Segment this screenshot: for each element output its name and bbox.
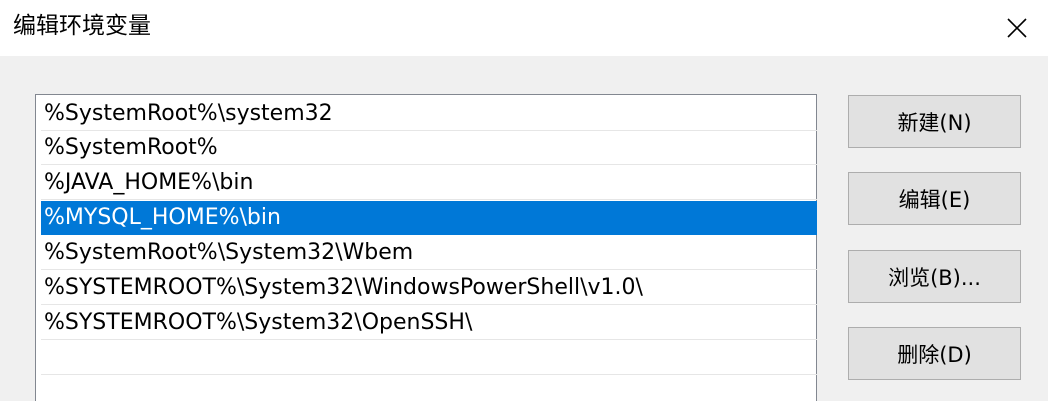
path-listbox[interactable]: %SystemRoot%\system32 %SystemRoot% %JAVA… — [35, 94, 817, 401]
new-button[interactable]: 新建(N) — [848, 95, 1021, 148]
browse-button[interactable]: 浏览(B)... — [848, 250, 1021, 303]
close-button[interactable] — [986, 0, 1048, 56]
edit-env-variable-dialog: 编辑环境变量 %SystemRoot%\system32 %SystemRoot… — [0, 0, 1048, 401]
list-item[interactable]: %SystemRoot%\system32 — [41, 97, 817, 131]
edit-button[interactable]: 编辑(E) — [848, 172, 1021, 225]
list-item[interactable]: %SYSTEMROOT%\System32\OpenSSH\ — [41, 306, 817, 340]
delete-button[interactable]: 删除(D) — [848, 327, 1021, 380]
dialog-title: 编辑环境变量 — [13, 13, 151, 39]
list-item-selected[interactable]: %MYSQL_HOME%\bin — [41, 201, 817, 235]
list-item[interactable]: %SystemRoot%\System32\Wbem — [41, 236, 817, 270]
list-item[interactable]: %SYSTEMROOT%\System32\WindowsPowerShell\… — [41, 271, 817, 305]
title-bar: 编辑环境变量 — [0, 0, 1048, 56]
list-item[interactable]: %SystemRoot% — [41, 131, 817, 165]
close-icon — [1007, 18, 1027, 38]
list-item-empty[interactable] — [41, 341, 817, 375]
list-item[interactable]: %JAVA_HOME%\bin — [41, 166, 817, 200]
